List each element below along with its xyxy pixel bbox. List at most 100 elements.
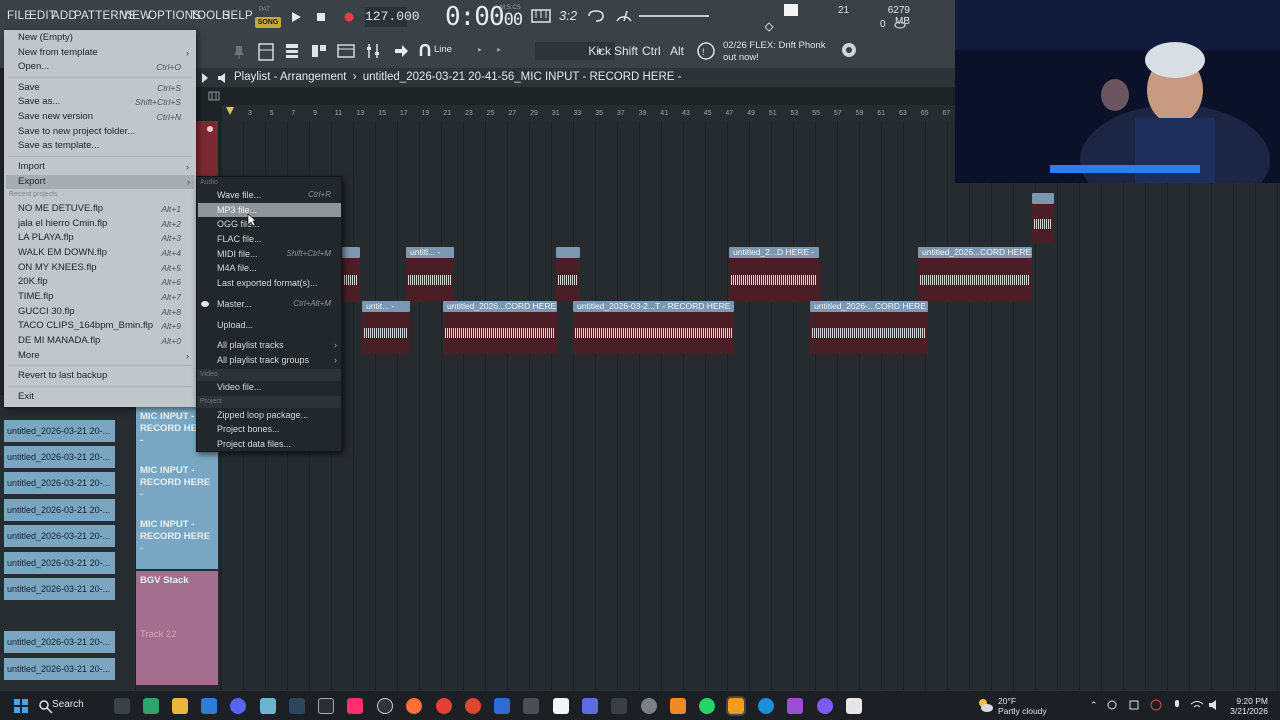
play-icon[interactable] bbox=[289, 10, 303, 24]
magnet-icon[interactable] bbox=[419, 44, 431, 58]
link-icon[interactable] bbox=[893, 20, 907, 30]
audio-clip[interactable] bbox=[362, 312, 410, 354]
pitch-icon[interactable] bbox=[764, 22, 774, 32]
track-header-22[interactable]: Track 22 bbox=[136, 625, 218, 685]
recent-project-item[interactable]: TACO CLIPS_164bpm_Bmin.flp Alt+9 bbox=[18, 319, 193, 333]
menu-item-import[interactable]: Import › bbox=[18, 160, 193, 174]
list-item[interactable]: untitled_2026-03-21 20-... bbox=[4, 578, 115, 600]
menu-item-exit[interactable]: Exit bbox=[18, 390, 193, 404]
track-header-mic-3[interactable]: MIC INPUT - RECORD HERE - bbox=[136, 515, 218, 569]
steam-icon[interactable] bbox=[289, 698, 305, 714]
menu-item-export[interactable]: Export › bbox=[6, 175, 194, 189]
discord-icon[interactable] bbox=[230, 698, 246, 714]
chrome-icon[interactable] bbox=[436, 698, 452, 714]
clip-header[interactable]: untit... - bbox=[362, 301, 410, 312]
task-view-icon[interactable] bbox=[114, 698, 130, 714]
list-item[interactable]: untitled_2026-03-21 20-... bbox=[4, 446, 115, 468]
export-m4a-file[interactable]: M4A file... bbox=[217, 261, 341, 275]
audio-clip[interactable] bbox=[342, 258, 360, 302]
pin-icon[interactable] bbox=[232, 44, 246, 60]
shift-key-indicator[interactable]: Shift bbox=[614, 44, 638, 58]
alt-key-indicator[interactable]: Alt bbox=[670, 44, 684, 58]
microphone-icon[interactable] bbox=[1172, 699, 1182, 711]
openai-icon[interactable] bbox=[377, 698, 393, 714]
app-icon[interactable] bbox=[582, 698, 598, 714]
wifi-icon[interactable] bbox=[1190, 699, 1204, 711]
menu-item-new-template[interactable]: New from template › bbox=[18, 46, 193, 60]
master-volume-slider[interactable] bbox=[639, 15, 709, 17]
volume-icon[interactable] bbox=[1208, 699, 1220, 711]
firefox-icon[interactable] bbox=[406, 698, 422, 714]
menu-item-more[interactable]: More › bbox=[18, 349, 193, 363]
piano-keys-icon[interactable] bbox=[208, 91, 220, 101]
app-icon[interactable] bbox=[817, 698, 833, 714]
export-wave-file[interactable]: Wave file... Ctrl+R bbox=[217, 188, 341, 202]
app-icon[interactable] bbox=[846, 698, 862, 714]
export-midi-file[interactable]: MIDI file... Shift+Ctrl+M bbox=[217, 247, 341, 261]
recent-project-item[interactable]: DE MI MANADA.flp Alt+0 bbox=[18, 334, 193, 348]
audio-clip[interactable] bbox=[406, 258, 454, 302]
ctrl-key-indicator[interactable]: Ctrl bbox=[642, 44, 661, 58]
export-zipped[interactable]: Zipped loop package... bbox=[217, 408, 341, 422]
file-explorer-icon[interactable] bbox=[172, 698, 188, 714]
chevron-up-icon[interactable]: ⌃ bbox=[1090, 700, 1098, 711]
app-icon[interactable] bbox=[523, 698, 539, 714]
list-item[interactable]: untitled_2026-03-21 20-... bbox=[4, 631, 115, 653]
audio-clip[interactable] bbox=[810, 312, 928, 354]
arrow-right-icon[interactable] bbox=[393, 44, 409, 58]
fl-studio-icon[interactable] bbox=[726, 696, 746, 716]
stop-icon[interactable] bbox=[314, 10, 328, 24]
menu-item-open[interactable]: Open... Ctrl+O bbox=[18, 60, 193, 74]
menu-view[interactable]: VIEW bbox=[121, 10, 151, 22]
browser-icon[interactable] bbox=[337, 42, 355, 60]
export-data-files[interactable]: Project data files... bbox=[217, 437, 341, 451]
recent-project-item[interactable]: 20K.flp Alt+6 bbox=[18, 275, 193, 289]
taskbar-search[interactable]: Search bbox=[52, 699, 84, 710]
taskbar-clock[interactable]: 9:20 PM 3/21/2026 bbox=[1222, 696, 1268, 716]
app-icon[interactable] bbox=[143, 698, 159, 714]
export-flac-file[interactable]: FLAC file... bbox=[217, 232, 341, 246]
menu-item-new-empty[interactable]: New (Empty) bbox=[18, 31, 193, 45]
export-master[interactable]: Master... Ctrl+Alt+M bbox=[217, 297, 341, 311]
export-all-groups[interactable]: All playlist track groups › bbox=[217, 353, 341, 367]
list-item[interactable]: untitled_2026-03-21 20-... bbox=[4, 472, 115, 494]
track-header-mic-2[interactable]: MIC INPUT - RECORD HERE - bbox=[136, 461, 218, 515]
audio-clip[interactable] bbox=[556, 258, 580, 302]
online-icon[interactable] bbox=[840, 41, 858, 59]
app-icon[interactable] bbox=[787, 698, 803, 714]
tray-icon[interactable] bbox=[1106, 699, 1118, 711]
clip-header[interactable]: untitled_2026-...CORD HERE - bbox=[810, 301, 928, 312]
playlist-menu-arrow-icon[interactable] bbox=[200, 72, 210, 84]
pattern-song-toggle[interactable]: PAT SONG bbox=[255, 7, 281, 29]
export-last-format[interactable]: Last exported format(s)... bbox=[217, 276, 341, 290]
piano-roll-icon[interactable] bbox=[310, 42, 328, 60]
channel-rack-icon[interactable] bbox=[257, 42, 275, 62]
playlist-icon[interactable] bbox=[284, 42, 300, 60]
clip-header[interactable] bbox=[556, 247, 580, 258]
windows-start-icon[interactable] bbox=[13, 698, 29, 714]
audio-clip[interactable] bbox=[443, 312, 557, 354]
metronome-icon[interactable] bbox=[614, 7, 634, 23]
export-mp3-file[interactable]: MP3 file... Shift+Ctrl+R bbox=[198, 203, 341, 217]
clip-header[interactable]: untitled_2026...CORD HERE - bbox=[918, 247, 1032, 258]
list-item[interactable]: untitled_2026-03-21 20-... bbox=[4, 552, 115, 574]
menu-item-save-template[interactable]: Save as template... bbox=[18, 139, 193, 153]
list-item[interactable]: untitled_2026-03-21 20-... bbox=[4, 658, 115, 680]
record-icon[interactable] bbox=[342, 10, 356, 24]
chevron-right-icon[interactable]: ▸ bbox=[478, 45, 482, 54]
recent-project-item[interactable]: LA PLAYA.flp Alt+3 bbox=[18, 231, 193, 245]
clip-header[interactable] bbox=[1032, 193, 1054, 204]
whatsapp-icon[interactable] bbox=[699, 698, 715, 714]
app-icon[interactable] bbox=[641, 698, 657, 714]
typing-keyboard-icon[interactable] bbox=[531, 9, 551, 23]
tempo-display[interactable]: 127.000 bbox=[365, 7, 420, 27]
export-ogg-file[interactable]: OGG file... bbox=[217, 217, 341, 231]
playlist-grid[interactable] bbox=[222, 121, 1280, 691]
export-bones[interactable]: Project bones... bbox=[217, 422, 341, 436]
list-item[interactable]: untitled_2026-03-21 20-... bbox=[4, 420, 115, 442]
add-plus-icon[interactable]: + bbox=[596, 44, 603, 58]
app-icon[interactable] bbox=[670, 698, 686, 714]
menu-item-revert[interactable]: Revert to last backup bbox=[18, 369, 193, 383]
snap-select[interactable]: Line bbox=[434, 44, 452, 55]
recent-project-item[interactable]: TIME.flp Alt+7 bbox=[18, 290, 193, 304]
